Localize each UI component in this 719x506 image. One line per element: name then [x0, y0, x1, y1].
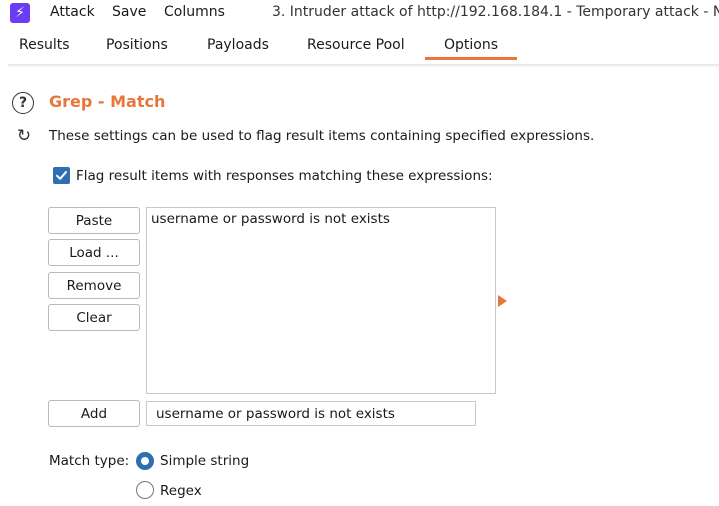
burp-app-icon: ⚡ — [10, 3, 30, 23]
clear-button[interactable]: Clear — [48, 304, 140, 331]
add-expression-input[interactable] — [146, 401, 476, 426]
panel-top-shadow — [8, 64, 719, 68]
tab-payloads[interactable]: Payloads — [207, 37, 269, 53]
tab-positions[interactable]: Positions — [106, 37, 168, 53]
list-item[interactable]: username or password is not exists — [151, 211, 491, 227]
restore-defaults-icon[interactable]: ↻ — [14, 126, 34, 146]
menu-bar: ⚡ Attack Save Columns 3. Intruder attack… — [0, 0, 719, 26]
tab-resource-pool[interactable]: Resource Pool — [307, 37, 405, 53]
tab-bar: Results Positions Payloads Resource Pool… — [0, 30, 719, 62]
menu-columns[interactable]: Columns — [164, 4, 225, 20]
regex-radio[interactable] — [136, 481, 154, 499]
checkmark-icon — [56, 171, 67, 180]
load-button[interactable]: Load ... — [48, 239, 140, 266]
simple-string-radio[interactable] — [136, 452, 154, 470]
section-description: These settings can be used to flag resul… — [49, 128, 595, 144]
regex-label: Regex — [160, 483, 202, 499]
expression-list[interactable]: username or password is not exists — [146, 207, 496, 394]
window-title: 3. Intruder attack of http://192.168.184… — [272, 4, 719, 20]
expand-arrow-icon[interactable] — [498, 295, 507, 307]
menu-attack[interactable]: Attack — [50, 4, 95, 20]
menu-save[interactable]: Save — [112, 4, 146, 20]
tab-results[interactable]: Results — [19, 37, 70, 53]
flag-results-checkbox[interactable] — [53, 167, 70, 184]
tab-options[interactable]: Options — [444, 37, 498, 53]
match-type-label: Match type: — [49, 453, 130, 469]
remove-button[interactable]: Remove — [48, 272, 140, 299]
active-tab-indicator — [425, 57, 517, 60]
section-title: Grep - Match — [49, 92, 166, 111]
paste-button[interactable]: Paste — [48, 207, 140, 234]
add-button[interactable]: Add — [48, 400, 140, 427]
radio-dot-icon — [141, 457, 149, 465]
simple-string-label: Simple string — [160, 453, 250, 469]
flag-results-label: Flag result items with responses matchin… — [76, 168, 493, 184]
help-icon[interactable]: ? — [12, 92, 34, 114]
